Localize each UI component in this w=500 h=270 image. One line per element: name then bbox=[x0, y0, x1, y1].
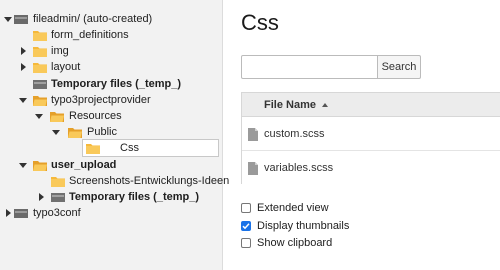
table-row[interactable]: custom.scss bbox=[242, 118, 500, 151]
folder-icon bbox=[33, 46, 47, 57]
tree-node-fileadmin[interactable]: fileadmin/ (auto-created) bbox=[0, 11, 223, 27]
temp-folder-icon bbox=[33, 79, 47, 89]
file-icon bbox=[248, 162, 258, 175]
expand-toggle-icon[interactable] bbox=[19, 59, 27, 75]
tree-node-layout[interactable]: layout bbox=[0, 59, 223, 75]
file-name[interactable]: variables.scss bbox=[264, 162, 333, 174]
collapse-toggle-icon[interactable] bbox=[35, 108, 43, 124]
search-button[interactable]: Search bbox=[377, 55, 421, 79]
temp-folder-icon bbox=[51, 192, 65, 202]
tree-node-resources[interactable]: Resources bbox=[0, 108, 223, 124]
table-header: File Name bbox=[242, 93, 500, 117]
extended-view-checkbox[interactable] bbox=[241, 203, 251, 213]
page-title: Css bbox=[241, 10, 279, 35]
display-thumbnails-checkbox[interactable] bbox=[241, 221, 251, 231]
option-show-clipboard[interactable]: Show clipboard bbox=[241, 236, 332, 250]
collapse-toggle-icon[interactable] bbox=[19, 157, 27, 173]
tree-node-label: Css bbox=[120, 142, 139, 154]
folder-open-icon bbox=[33, 160, 47, 171]
tree-node-user-upload[interactable]: user_upload bbox=[0, 157, 223, 173]
folder-open-icon bbox=[50, 111, 64, 122]
tree-node-label: fileadmin/ (auto-created) bbox=[33, 13, 153, 25]
checkmark-icon bbox=[242, 223, 250, 230]
folder-open-icon bbox=[33, 95, 47, 106]
option-label: Display thumbnails bbox=[257, 220, 350, 232]
expand-toggle-icon[interactable] bbox=[37, 189, 45, 205]
show-clipboard-checkbox[interactable] bbox=[241, 238, 251, 248]
tree-node-label: typo3conf bbox=[33, 207, 81, 219]
folder-icon bbox=[51, 176, 65, 187]
tree-node-temporary-files[interactable]: Temporary files (_temp_) bbox=[0, 76, 223, 92]
sort-ascending-icon[interactable] bbox=[322, 103, 328, 107]
tree-node-label: Public bbox=[87, 126, 117, 138]
collapse-toggle-icon[interactable] bbox=[4, 11, 12, 27]
folder-icon bbox=[33, 30, 47, 41]
file-name[interactable]: custom.scss bbox=[264, 128, 325, 140]
option-label: Show clipboard bbox=[257, 237, 333, 249]
tree-node-label: Temporary files (_temp_) bbox=[69, 191, 200, 203]
tree-node-temporary-files-upload[interactable]: Temporary files (_temp_) bbox=[0, 189, 223, 205]
tree-node-public[interactable]: Public bbox=[0, 124, 223, 140]
table-row[interactable]: variables.scss bbox=[242, 152, 500, 185]
tree-node-label: layout bbox=[51, 61, 81, 73]
folder-tree: fileadmin/ (auto-created) form_definitio… bbox=[0, 0, 229, 270]
expand-toggle-icon[interactable] bbox=[19, 43, 27, 59]
folder-icon bbox=[86, 143, 100, 154]
tree-node-typo3conf[interactable]: typo3conf bbox=[0, 205, 223, 221]
tree-node-img[interactable]: img bbox=[0, 43, 223, 59]
selection-highlight bbox=[82, 139, 219, 157]
tree-node-form-definitions[interactable]: form_definitions bbox=[0, 27, 223, 43]
tree-node-label: img bbox=[51, 45, 69, 57]
file-table: File Name custom.scss variables.scss bbox=[241, 92, 500, 185]
storage-icon bbox=[14, 14, 28, 24]
tree-node-label: form_definitions bbox=[51, 29, 129, 41]
option-label: Extended view bbox=[257, 202, 329, 214]
expand-toggle-icon[interactable] bbox=[4, 205, 12, 221]
folder-icon bbox=[33, 62, 47, 73]
collapse-toggle-icon[interactable] bbox=[19, 92, 27, 108]
search-input[interactable] bbox=[241, 55, 378, 79]
tree-node-screenshots[interactable]: Screenshots-Entwicklungs-Ideen bbox=[0, 173, 229, 189]
tree-node-label: user_upload bbox=[51, 159, 117, 171]
tree-node-label: Temporary files (_temp_) bbox=[51, 78, 182, 90]
collapse-toggle-icon[interactable] bbox=[52, 124, 60, 140]
tree-node-typo3projectprovider[interactable]: typo3projectprovider bbox=[0, 92, 223, 108]
file-icon bbox=[248, 128, 258, 141]
tree-node-label: Resources bbox=[69, 110, 122, 122]
option-extended-view[interactable]: Extended view bbox=[241, 201, 329, 215]
column-header-file-name[interactable]: File Name bbox=[264, 99, 316, 111]
option-display-thumbnails[interactable]: Display thumbnails bbox=[241, 219, 349, 233]
storage-icon bbox=[14, 208, 28, 218]
tree-node-label: Screenshots-Entwicklungs-Ideen bbox=[69, 175, 230, 187]
file-list-panel: Css Search File Name custom.scss variabl… bbox=[224, 0, 500, 270]
folder-open-icon bbox=[68, 127, 82, 138]
tree-node-css[interactable]: Css bbox=[0, 139, 223, 157]
tree-node-label: typo3projectprovider bbox=[51, 94, 151, 106]
